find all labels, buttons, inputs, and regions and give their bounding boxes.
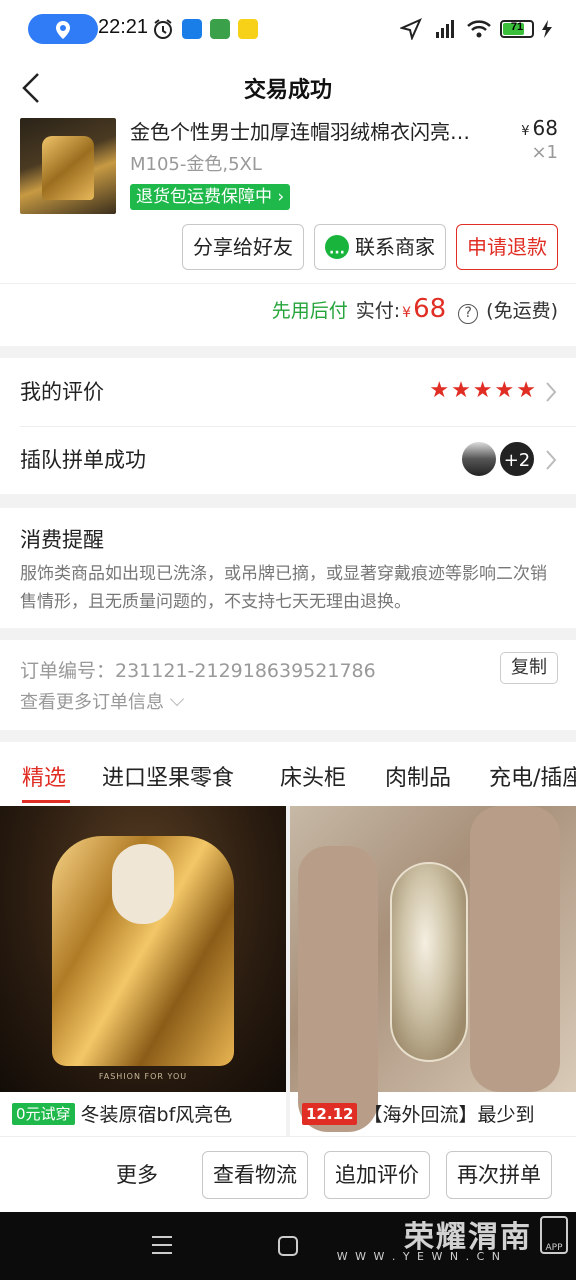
chevron-right-icon — [546, 450, 557, 470]
system-nav-bar: 荣耀渭南 W W W . Y E W N . C N APP — [0, 1212, 576, 1280]
tab-imported-snacks[interactable]: 进口坚果零食 — [102, 760, 234, 792]
refund-button[interactable]: 申请退款 — [456, 224, 558, 270]
grid-item-title: 12.12 【海外回流】最少到 — [302, 1100, 572, 1127]
alipay-app-icon — [182, 19, 202, 39]
chevron-down-icon — [169, 691, 185, 707]
my-review-row[interactable]: 我的评价 ★ ★ ★ ★ ★ — [0, 358, 576, 427]
wifi-icon — [467, 20, 491, 38]
location-pin-icon — [56, 21, 70, 39]
charging-icon — [542, 20, 552, 38]
grid-item-title: 0元试穿 冬装原宿bf风亮色 — [12, 1100, 282, 1127]
status-time: 22:21 — [98, 16, 149, 38]
freight-guarantee-tag[interactable]: 退货包运费保障中 › — [130, 184, 291, 210]
tab-charging[interactable]: 充电/插座 — [489, 760, 576, 792]
product-spec: M105-金色,5XL — [130, 154, 262, 175]
tab-meat-products[interactable]: 肉制品 — [385, 760, 451, 792]
product-thumbnail[interactable] — [20, 118, 116, 214]
copy-button[interactable]: 复制 — [500, 652, 558, 684]
bottom-action-bar: 更多 查看物流 追加评价 再次拼单 — [0, 1136, 576, 1212]
paid-label: 实付: — [355, 300, 401, 322]
product-price: ¥68 — [521, 116, 558, 140]
menu-icon[interactable] — [152, 1236, 172, 1254]
avatar — [460, 440, 498, 478]
consumer-notice-card: 消费提醒 服饰类商品如出现已洗涤，或吊牌已摘，或显著穿戴痕迹等影响二次销售情形，… — [0, 508, 576, 628]
navigation-arrow-icon — [400, 18, 422, 40]
product-grid: FASHION FOR YOU 0元试穿 冬装原宿bf风亮色 12.12 【海外回流… — [0, 806, 576, 1136]
product-quantity: ×1 — [531, 142, 558, 163]
watermark-url: W W W . Y E W N . C N — [336, 1250, 502, 1263]
help-question-icon[interactable]: ? — [458, 304, 479, 324]
group-buy-row[interactable]: 插队拼单成功 +2 — [0, 426, 576, 494]
divider — [0, 283, 576, 284]
order-number: 订单编号：231121-212918639521786 — [20, 660, 376, 682]
chevron-right-icon — [546, 382, 557, 402]
star-icon: ★ — [472, 378, 493, 403]
share-button[interactable]: 分享给好友 — [182, 224, 304, 270]
product-image: FASHION FOR YOU — [0, 806, 286, 1092]
more-order-info-link[interactable]: 查看更多订单信息 — [20, 688, 185, 714]
status-bar: 22:21 71 — [0, 0, 576, 60]
home-icon[interactable] — [278, 1236, 298, 1256]
grid-item[interactable]: 12.12 【海外回流】最少到 — [290, 806, 576, 1136]
signal-icon — [436, 20, 454, 38]
add-review-button[interactable]: 追加评价 — [324, 1151, 430, 1199]
chevron-right-icon: › — [277, 187, 285, 207]
order-info-card: 订单编号：231121-212918639521786 复制 查看更多订单信息 — [0, 640, 576, 730]
tab-nightstand[interactable]: 床头柜 — [280, 760, 346, 792]
rating-stars: ★ ★ ★ ★ ★ — [429, 378, 536, 403]
star-icon: ★ — [451, 378, 471, 403]
notice-title: 消费提醒 — [20, 528, 104, 552]
product-image — [290, 806, 576, 1132]
pay-later-label: 先用后付 — [271, 300, 348, 322]
avatar-more-count: +2 — [498, 440, 536, 478]
chat-icon — [325, 231, 349, 275]
recommend-tabs: 精选 进口坚果零食 床头柜 肉制品 充电/插座 — [0, 742, 576, 806]
group-buy-label: 插队拼单成功 — [20, 448, 146, 472]
more-button[interactable]: 更多 — [116, 1159, 158, 1189]
sale-badge: 12.12 — [302, 1103, 358, 1125]
paid-amount: 68 — [413, 294, 447, 324]
star-icon: ★ — [429, 378, 450, 403]
battery-indicator: 71 — [500, 20, 534, 38]
app-badge-icon: APP — [540, 1216, 568, 1254]
review-card: 我的评价 ★ ★ ★ ★ ★ 插队拼单成功 +2 — [0, 358, 576, 494]
page-title: 交易成功 — [243, 78, 332, 103]
payment-summary: 先用后付 实付: ¥ 68 ? (免运费) — [271, 294, 558, 324]
star-icon: ★ — [516, 378, 536, 403]
store-app-icon — [210, 19, 230, 39]
contact-merchant-button[interactable]: 联系商家 — [314, 224, 446, 275]
my-review-label: 我的评价 — [20, 380, 104, 404]
notice-body: 服饰类商品如出现已洗涤，或吊牌已摘，或显著穿戴痕迹等影响二次销售情形，且无质量问… — [20, 564, 547, 612]
alarm-clock-icon — [154, 19, 172, 39]
location-pill — [28, 14, 98, 44]
star-icon: ★ — [494, 378, 515, 403]
grid-item[interactable]: FASHION FOR YOU 0元试穿 冬装原宿bf风亮色 — [0, 806, 286, 1136]
regroup-button[interactable]: 再次拼单 — [446, 1151, 552, 1199]
view-logistics-button[interactable]: 查看物流 — [202, 1151, 308, 1199]
active-tab-indicator — [22, 800, 70, 803]
product-card: 金色个性男士加厚连帽羽绒棉衣闪亮… ¥68 M105-金色,5XL ×1 退货包… — [0, 116, 576, 346]
trial-badge: 0元试穿 — [12, 1103, 75, 1125]
tab-featured[interactable]: 精选 — [22, 760, 66, 792]
shipping-label: (免运费) — [486, 300, 558, 322]
product-title[interactable]: 金色个性男士加厚连帽羽绒棉衣闪亮… — [130, 116, 500, 145]
nav-bar: 交易成功 — [0, 60, 576, 116]
meituan-app-icon — [238, 19, 258, 39]
